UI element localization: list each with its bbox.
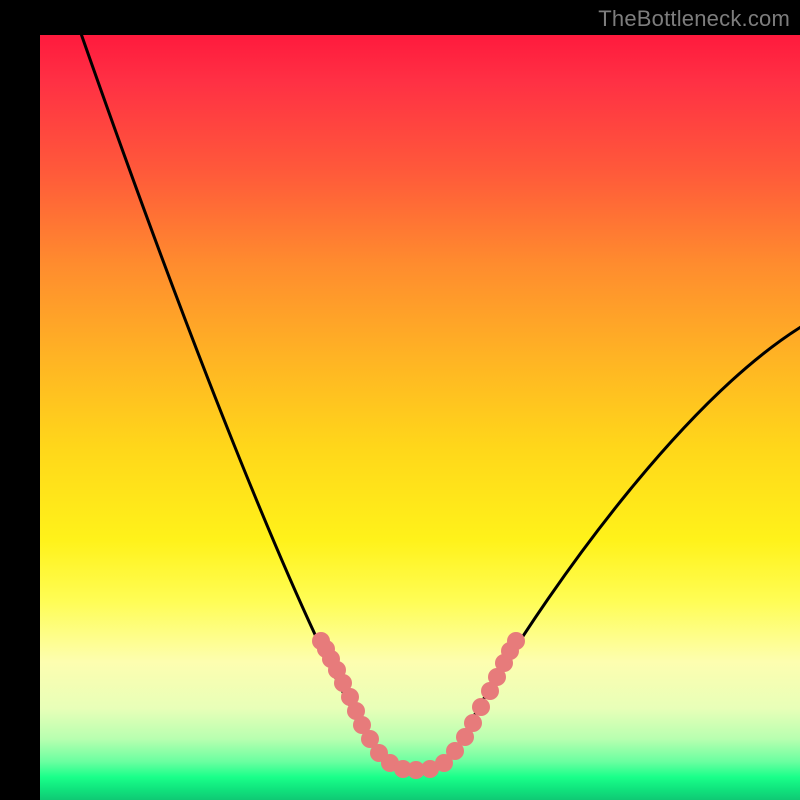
chart-frame: TheBottleneck.com — [0, 0, 800, 800]
plot-area — [40, 35, 800, 800]
data-marker — [464, 714, 482, 732]
data-marker — [507, 632, 525, 650]
curve-layer — [40, 35, 800, 800]
bottleneck-curve — [78, 35, 800, 770]
marker-group — [312, 632, 525, 779]
data-marker — [472, 698, 490, 716]
watermark-text: TheBottleneck.com — [598, 6, 790, 32]
